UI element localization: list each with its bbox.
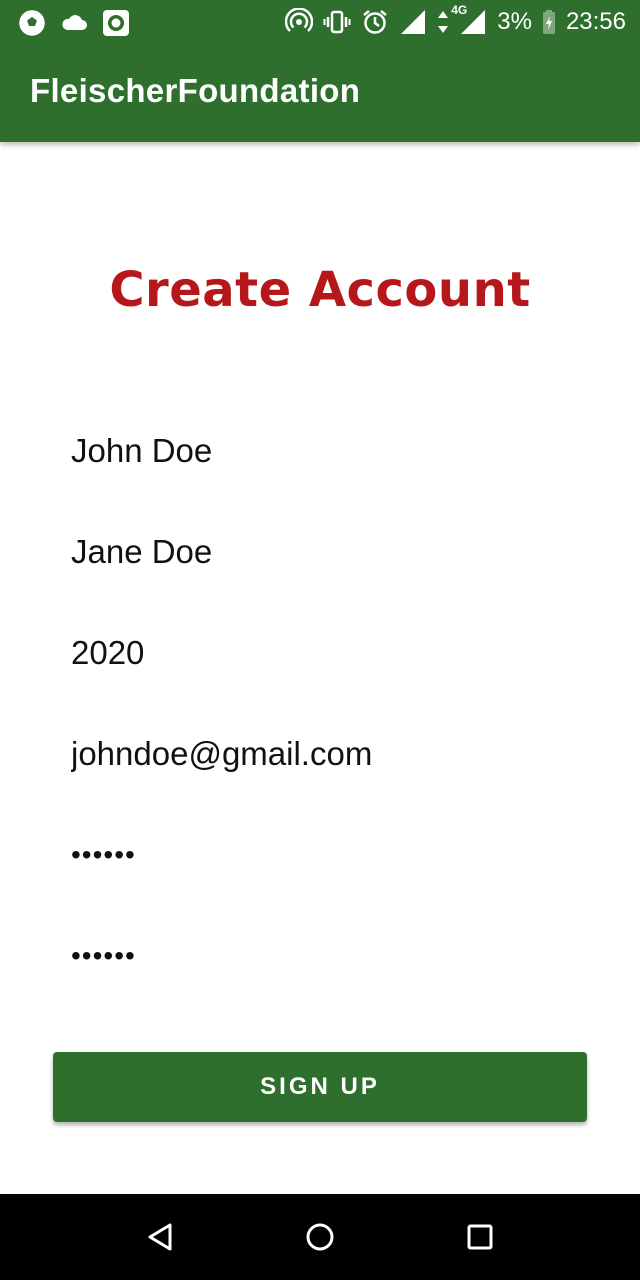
recents-icon[interactable]	[457, 1214, 503, 1260]
first-name-field[interactable]	[71, 426, 571, 476]
clock-time: 23:56	[565, 8, 626, 35]
battery-charging-icon	[542, 8, 556, 36]
sign-up-button[interactable]: SIGN UP	[53, 1052, 587, 1122]
network-type-label: 4G	[451, 3, 468, 17]
home-icon[interactable]	[297, 1214, 343, 1260]
screen-record-icon	[102, 9, 130, 37]
navigation-bar	[0, 1194, 640, 1280]
app-bar: FleischerFoundation	[0, 46, 640, 142]
create-account-heading: Create Account	[109, 262, 531, 318]
signal-icon	[399, 8, 427, 36]
app-title: FleischerFoundation	[30, 72, 361, 109]
year-field[interactable]	[71, 628, 571, 678]
signal-4g-icon: 4G	[451, 4, 487, 36]
cloud-icon	[60, 9, 88, 37]
last-name-field[interactable]	[71, 527, 571, 577]
hotspot-icon	[285, 8, 314, 36]
back-icon[interactable]	[137, 1214, 183, 1260]
data-arrows-icon	[437, 8, 449, 36]
password-field[interactable]	[71, 830, 571, 880]
status-right-icons: 4G 3% 23:56	[285, 4, 626, 36]
soccer-ball-icon	[18, 9, 46, 37]
status-left-icons	[18, 9, 130, 37]
email-field[interactable]	[71, 729, 571, 779]
battery-percent: 3%	[497, 8, 532, 35]
status-bar: 4G 3% 23:56	[0, 0, 640, 46]
vibrate-icon	[323, 8, 351, 36]
confirm-password-field[interactable]	[71, 931, 571, 981]
alarm-icon	[361, 8, 389, 36]
